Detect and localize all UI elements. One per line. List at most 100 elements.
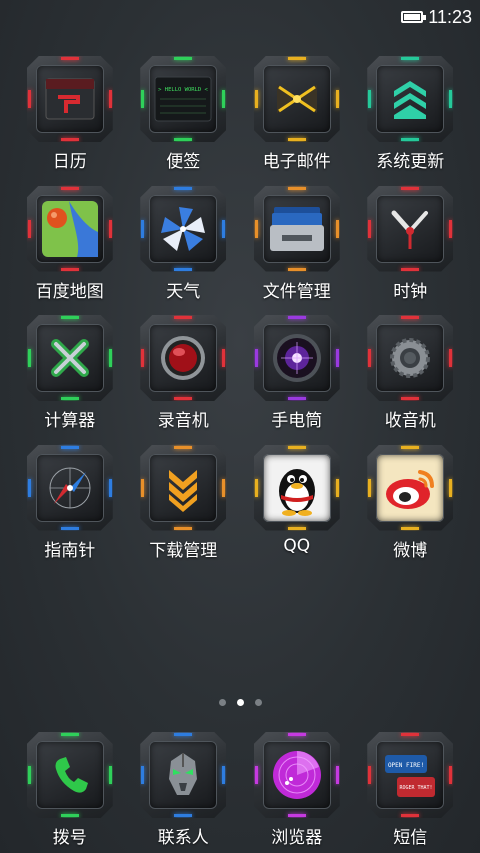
page-dot-2[interactable] bbox=[236, 699, 244, 706]
notes-tile-text: > HELLO WORLD < bbox=[158, 87, 208, 93]
messages-icon: OPEN FIRE! ROGER THAT! bbox=[376, 741, 445, 809]
accent-light bbox=[222, 478, 226, 497]
app-label: 手电筒 bbox=[271, 411, 323, 431]
dock-app-phone[interactable]: 拨号 bbox=[13, 732, 127, 848]
accent-light bbox=[60, 138, 79, 141]
accent-light bbox=[141, 349, 145, 367]
app-file-manager[interactable]: 文件管理 bbox=[240, 185, 354, 316]
accent-light bbox=[287, 397, 306, 400]
notes-icon: > HELLO WORLD < bbox=[149, 65, 218, 133]
accent-light bbox=[401, 316, 420, 319]
accent-light bbox=[174, 526, 193, 530]
app-notes[interactable]: > HELLO WORLD < 便签 bbox=[127, 56, 241, 186]
accent-light bbox=[287, 138, 306, 141]
app-label: 微博 bbox=[393, 540, 428, 561]
phone-icon bbox=[35, 741, 104, 809]
accent-light bbox=[449, 90, 453, 108]
calendar-icon bbox=[35, 65, 104, 133]
accent-light bbox=[108, 766, 112, 784]
calculator-icon bbox=[35, 324, 104, 392]
app-weather[interactable]: 天气 bbox=[127, 185, 241, 316]
accent-light bbox=[222, 766, 226, 784]
accent-light bbox=[401, 267, 420, 271]
app-label: 拨号 bbox=[52, 828, 87, 848]
recorder-icon bbox=[149, 324, 218, 392]
accent-light bbox=[287, 526, 306, 530]
app-grid: 日历 > HELLO WORLD < 便签 电子邮件 系统更新 百度地图 天气 … bbox=[13, 56, 467, 574]
dock: 拨号 联系人 浏览器 OPEN FIRE! ROGER THAT! 短信 bbox=[13, 732, 467, 848]
accent-light bbox=[254, 90, 258, 108]
app-label: 日历 bbox=[52, 152, 87, 172]
compass-icon bbox=[35, 453, 104, 522]
accent-light bbox=[401, 57, 420, 60]
app-recorder[interactable]: 录音机 bbox=[127, 315, 241, 445]
accent-light bbox=[174, 57, 193, 60]
accent-light bbox=[287, 814, 306, 817]
accent-light bbox=[335, 766, 339, 784]
app-radio[interactable]: 收音机 bbox=[354, 315, 468, 445]
accent-light bbox=[401, 138, 420, 141]
app-download-manager[interactable]: 下载管理 bbox=[127, 444, 241, 575]
accent-light bbox=[335, 90, 339, 108]
page-dot-3[interactable] bbox=[254, 699, 262, 706]
flashlight-icon bbox=[262, 324, 331, 392]
accent-light bbox=[287, 733, 306, 736]
accent-light bbox=[222, 349, 226, 367]
app-compass[interactable]: 指南针 bbox=[13, 444, 127, 575]
app-calendar[interactable]: 日历 bbox=[13, 56, 127, 186]
app-label: 百度地图 bbox=[35, 281, 104, 302]
dock-app-contacts[interactable]: 联系人 bbox=[127, 732, 241, 848]
page-indicator[interactable] bbox=[0, 699, 480, 706]
accent-light bbox=[174, 316, 193, 319]
accent-light bbox=[368, 766, 372, 784]
accent-light bbox=[401, 397, 420, 400]
dock-app-messages[interactable]: OPEN FIRE! ROGER THAT! 短信 bbox=[354, 732, 468, 848]
accent-light bbox=[254, 349, 258, 367]
app-flashlight[interactable]: 手电筒 bbox=[240, 315, 354, 445]
accent-light bbox=[108, 478, 112, 497]
app-calculator[interactable]: 计算器 bbox=[13, 315, 127, 445]
app-label: 收音机 bbox=[384, 411, 436, 431]
weather-icon bbox=[149, 194, 218, 263]
accent-light bbox=[368, 478, 372, 497]
app-system-update[interactable]: 系统更新 bbox=[354, 56, 468, 186]
accent-light bbox=[449, 349, 453, 367]
app-clock[interactable]: 时钟 bbox=[354, 185, 468, 316]
app-label: 浏览器 bbox=[271, 828, 323, 848]
weibo-icon bbox=[376, 453, 445, 522]
accent-light bbox=[449, 219, 453, 238]
accent-light bbox=[60, 733, 79, 736]
accent-light bbox=[287, 267, 306, 271]
map-icon bbox=[35, 194, 104, 263]
dock-app-browser[interactable]: 浏览器 bbox=[240, 732, 354, 848]
app-qq[interactable]: QQ bbox=[240, 444, 354, 575]
accent-light bbox=[60, 57, 79, 60]
app-label: 计算器 bbox=[44, 411, 96, 431]
file-manager-icon bbox=[262, 194, 331, 263]
accent-light bbox=[60, 316, 79, 319]
accent-light bbox=[335, 219, 339, 238]
accent-light bbox=[60, 526, 79, 530]
accent-light bbox=[108, 349, 112, 367]
app-email[interactable]: 电子邮件 bbox=[240, 56, 354, 186]
page-dot-1[interactable] bbox=[218, 699, 226, 706]
accent-light bbox=[141, 478, 145, 497]
system-update-icon bbox=[376, 65, 445, 133]
accent-light bbox=[449, 766, 453, 784]
accent-light bbox=[174, 267, 193, 271]
accent-light bbox=[174, 186, 193, 190]
accent-light bbox=[174, 397, 193, 400]
battery-icon bbox=[401, 11, 427, 23]
accent-light bbox=[368, 90, 372, 108]
app-baidu-map[interactable]: 百度地图 bbox=[13, 185, 127, 316]
app-label: 指南针 bbox=[44, 540, 96, 561]
accent-light bbox=[368, 219, 372, 238]
accent-light bbox=[27, 766, 31, 784]
accent-light bbox=[254, 219, 258, 238]
app-weibo[interactable]: 微博 bbox=[354, 444, 468, 575]
accent-light bbox=[401, 526, 420, 530]
accent-light bbox=[287, 186, 306, 190]
accent-light bbox=[254, 766, 258, 784]
app-label: 录音机 bbox=[157, 411, 209, 431]
accent-light bbox=[222, 219, 226, 238]
